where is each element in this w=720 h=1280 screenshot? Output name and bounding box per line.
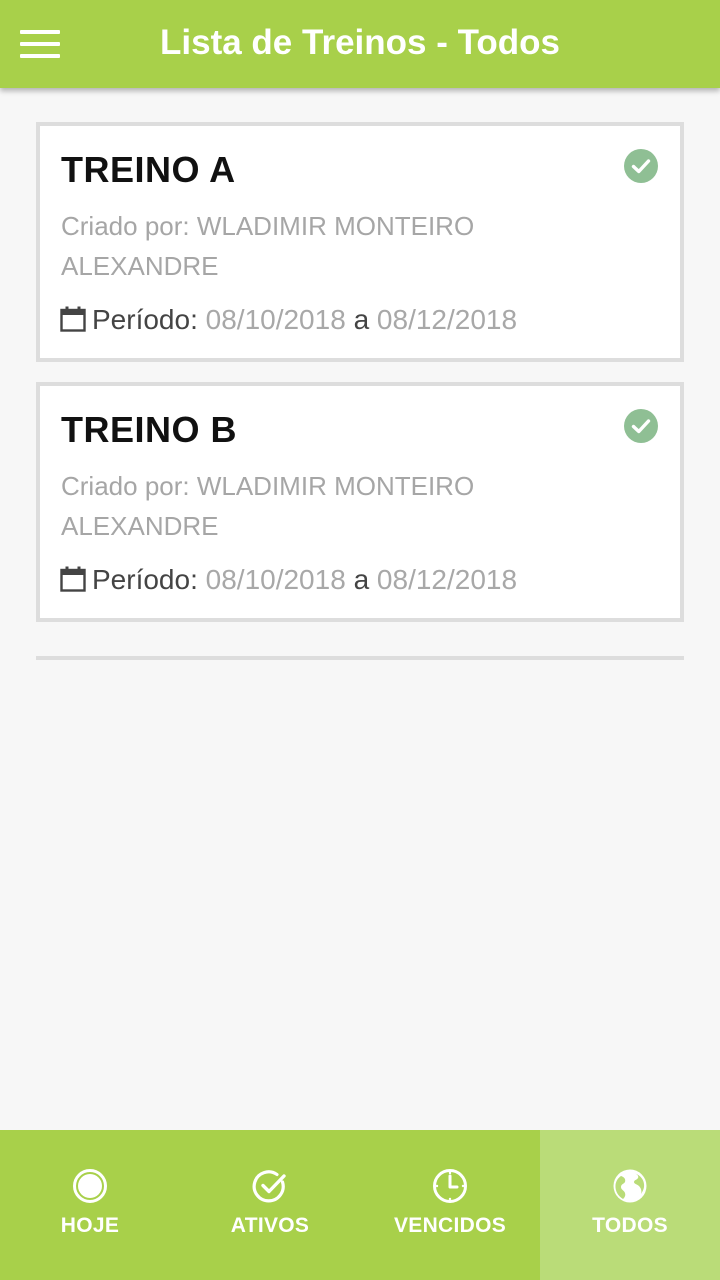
workout-creator: Criado por: WLADIMIR MONTEIRO ALEXANDRE [61, 471, 475, 541]
workout-title: TREINO B [61, 409, 238, 450]
tab-label: ATIVOS [230, 1214, 310, 1237]
end-date: 08/12/2018 [376, 564, 518, 595]
workout-period: Período: 08/10/2018 a 08/12/2018 [60, 564, 517, 596]
bottom-nav: HOJE ATIVOS VENCIDOS TODOS [0, 1130, 720, 1280]
workout-list: TREINO A Criado por: WLADIMIR MONTEIRO A… [36, 122, 684, 642]
check-circle-icon [624, 409, 658, 443]
workout-creator: Criado por: WLADIMIR MONTEIRO ALEXANDRE [61, 211, 475, 281]
calendar-icon [60, 306, 86, 332]
workout-title: TREINO A [61, 149, 236, 190]
tab-vencidos[interactable]: VENCIDOS [360, 1130, 540, 1280]
start-date: 08/10/2018 [205, 304, 346, 335]
workout-card-b[interactable]: TREINO B Criado por: WLADIMIR MONTEIRO A… [36, 382, 684, 622]
period-separator: a [353, 564, 370, 595]
workout-card-a[interactable]: TREINO A Criado por: WLADIMIR MONTEIRO A… [36, 122, 684, 362]
tab-label: HOJE [60, 1214, 120, 1237]
globe-icon [613, 1169, 647, 1203]
check-circle-icon [624, 149, 658, 183]
tab-todos[interactable]: TODOS [540, 1130, 720, 1280]
clock-icon [433, 1169, 467, 1203]
workout-period: Período: 08/10/2018 a 08/12/2018 [60, 304, 517, 336]
period-label: Período: [92, 564, 198, 595]
list-divider [36, 656, 684, 660]
app-bar: Lista de Treinos - Todos [0, 0, 720, 88]
period-label: Período: [92, 304, 198, 335]
hamburger-menu-icon[interactable] [20, 30, 60, 58]
period-separator: a [353, 304, 370, 335]
page-title: Lista de Treinos - Todos [160, 23, 560, 62]
calendar-icon [60, 566, 86, 592]
tab-hoje[interactable]: HOJE [0, 1130, 180, 1280]
circle-icon [73, 1169, 107, 1203]
end-date: 08/12/2018 [376, 304, 518, 335]
tab-label: TODOS [592, 1214, 668, 1237]
start-date: 08/10/2018 [205, 564, 346, 595]
tab-label: VENCIDOS [393, 1214, 507, 1237]
check-circle-outline-icon [252, 1170, 286, 1203]
tab-ativos[interactable]: ATIVOS [180, 1130, 360, 1280]
